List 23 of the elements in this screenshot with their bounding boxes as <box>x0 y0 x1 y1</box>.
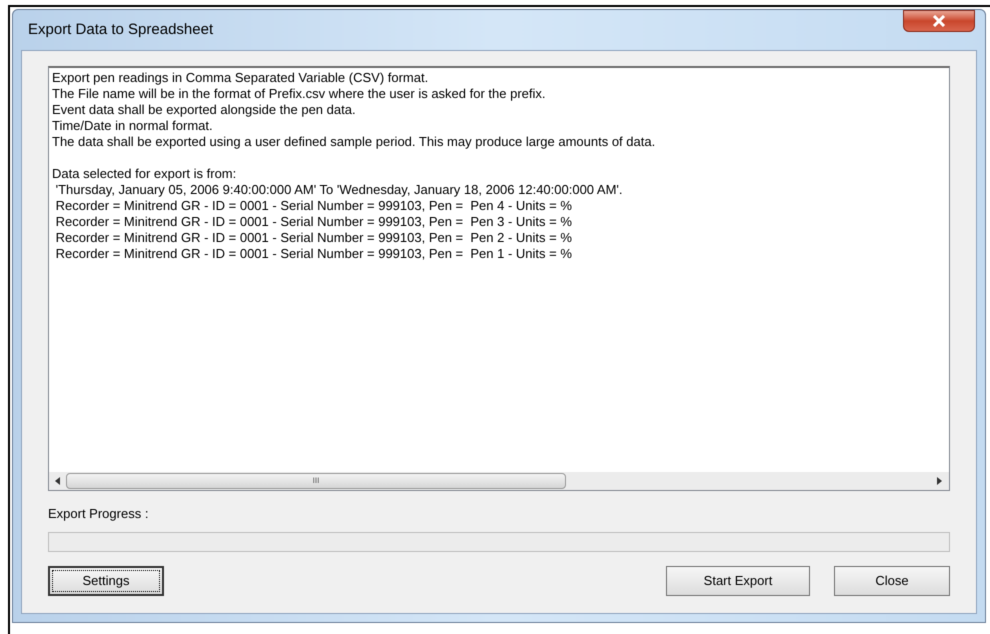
progress-label: Export Progress : <box>48 505 150 523</box>
message-line: 'Thursday, January 05, 2006 9:40:00:000 AM' To 'Wednesday, January 18, 2006 12:40:00:000 AM'. <box>54 182 624 198</box>
horizontal-scrollbar[interactable]: III <box>49 472 949 490</box>
window-title: Export Data to Spreadsheet <box>28 20 214 40</box>
close-window-button[interactable] <box>903 10 975 32</box>
dialog-button[interactable]: Close <box>834 566 950 596</box>
message-line: The data shall be exported using a user defined sample period. This may produce large amounts of data. <box>52 134 656 150</box>
message-line: Data selected for export is from: <box>52 166 238 182</box>
scroll-left-icon[interactable] <box>55 477 60 485</box>
scroll-right-icon[interactable] <box>937 477 942 485</box>
dialog-button[interactable]: Settings <box>48 566 164 596</box>
message-line: Recorder = Minitrend GR - ID = 0001 - Serial Number = 999103, Pen = Pen 1 - Units = % <box>54 246 573 262</box>
message-line: Recorder = Minitrend GR - ID = 0001 - Serial Number = 999103, Pen = Pen 4 - Units = % <box>54 198 573 214</box>
message-line: Export pen readings in Comma Separated Variable (CSV) format. <box>52 70 430 86</box>
message-line: Recorder = Minitrend GR - ID = 0001 - Serial Number = 999103, Pen = Pen 3 - Units = % <box>54 214 573 230</box>
scrollbar-thumb[interactable]: III <box>66 473 566 489</box>
message-line: Time/Date in normal format. <box>52 118 214 134</box>
message-line: Recorder = Minitrend GR - ID = 0001 - Serial Number = 999103, Pen = Pen 2 - Units = % <box>54 230 573 246</box>
dialog-button[interactable]: Start Export <box>666 566 810 596</box>
message-line: Event data shall be exported alongside the pen data. <box>52 102 357 118</box>
close-icon <box>931 15 947 27</box>
grip-text: III <box>312 475 320 487</box>
message-line: The File name will be in the format of Prefix.csv where the user is asked for the prefix. <box>52 86 546 102</box>
